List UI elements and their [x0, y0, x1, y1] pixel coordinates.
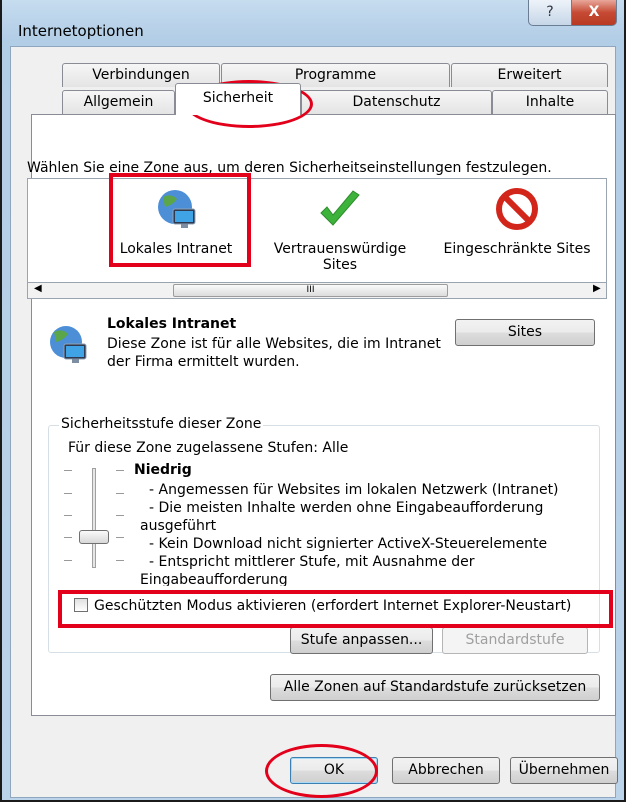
default-level-button: Standardstufe — [442, 627, 588, 654]
zone-info-icon-wrap — [44, 322, 94, 374]
annotation-rect-protected-mode — [58, 590, 613, 628]
slider-tick — [116, 493, 124, 494]
slider-tick — [116, 560, 124, 561]
allowed-levels-text: Für diese Zone zugelassene Stufen: Alle — [68, 440, 349, 456]
reset-all-zones-button[interactable]: Alle Zonen auf Standardstufe zurücksetze… — [270, 674, 600, 701]
slider-tick — [116, 470, 124, 471]
zone-label-line2: Sites — [322, 257, 358, 273]
tab-allgemein[interactable]: Allgemein — [62, 90, 175, 114]
tab-sicherheit[interactable]: Sicherheit — [175, 83, 301, 115]
zone-label: Eingeschränkte Sites — [443, 241, 591, 257]
slider-tick — [64, 515, 72, 516]
zone-vertrauenswuerdige-sites[interactable]: Vertrauenswürdige Sites — [260, 187, 420, 273]
level-desc-line: - Die meisten Inhalte werden ohne Eingab… — [149, 500, 544, 516]
zone-label-line1: Vertrauenswürdige — [273, 241, 407, 257]
scroll-thumb[interactable]: III — [173, 284, 448, 297]
title-bar[interactable]: Internetoptionen ? X — [2, 0, 624, 46]
tab-label: Datenschutz — [352, 94, 441, 110]
close-button[interactable]: X — [571, 0, 617, 26]
cancel-button[interactable]: Abbrechen — [392, 757, 500, 784]
level-desc-line: Eingabeaufforderung — [140, 572, 288, 586]
scroll-left-icon[interactable]: ◀ — [34, 283, 42, 294]
tab-label: Erweitert — [497, 67, 562, 83]
custom-level-button[interactable]: Stufe anpassen... — [290, 627, 433, 654]
annotation-ellipse-ok — [265, 744, 378, 798]
slider-tick — [116, 537, 124, 538]
tab-label: Inhalte — [525, 94, 575, 110]
slider-tick — [64, 560, 72, 561]
sites-button[interactable]: Sites — [455, 319, 595, 346]
slider-track — [92, 468, 96, 568]
slider-tick — [64, 537, 72, 538]
zone-info-desc-line1: Diese Zone ist für alle Websites, die im… — [107, 336, 441, 352]
tab-label: Verbindungen — [92, 67, 190, 83]
red-prohibited-icon — [496, 188, 538, 230]
level-desc-line: ausgeführt — [140, 518, 217, 534]
tab-datenschutz[interactable]: Datenschutz — [301, 90, 492, 114]
zone-instruction: Wählen Sie eine Zone aus, um deren Siche… — [27, 160, 552, 176]
window-title: Internetoptionen — [18, 22, 144, 40]
security-level-slider[interactable] — [64, 462, 124, 572]
annotation-rect-zone — [109, 173, 251, 267]
help-button[interactable]: ? — [528, 0, 572, 26]
zone-list-scrollbar[interactable]: ◀ III ▶ — [27, 282, 607, 299]
level-desc-line: - Entspricht mittlerer Stufe, mit Ausnah… — [149, 554, 475, 570]
tab-label: Allgemein — [83, 94, 154, 110]
tab-label: Programme — [294, 67, 377, 83]
scroll-thumb-grip: III — [306, 285, 315, 295]
zone-info-title: Lokales Intranet — [107, 316, 237, 332]
scroll-right-icon[interactable]: ▶ — [593, 283, 601, 294]
level-name: Niedrig — [134, 462, 192, 478]
tab-label: Sicherheit — [202, 90, 274, 106]
globe-network-icon — [50, 326, 87, 363]
green-check-icon — [320, 190, 360, 226]
dialog-window: Internetoptionen ? X Verbindungen Progra… — [0, 0, 626, 802]
slider-tick — [64, 470, 72, 471]
level-desc-line: - Angemessen für Websites im lokalen Net… — [149, 482, 559, 498]
zone-info-desc-line2: der Firma ermittelt wurden. — [107, 354, 300, 370]
zone-eingeschraenkte-sites[interactable]: Eingeschränkte Sites — [433, 187, 601, 257]
slider-tick — [116, 515, 124, 516]
tab-erweitert[interactable]: Erweitert — [451, 63, 608, 87]
security-level-legend: Sicherheitsstufe dieser Zone — [59, 416, 264, 432]
tab-inhalte[interactable]: Inhalte — [492, 90, 608, 114]
close-icon: X — [588, 4, 600, 20]
slider-tick — [64, 493, 72, 494]
apply-button[interactable]: Übernehmen — [510, 757, 618, 784]
help-icon: ? — [546, 4, 554, 20]
slider-thumb[interactable] — [79, 530, 109, 544]
level-desc-line: - Kein Download nicht signierter ActiveX… — [149, 536, 548, 552]
